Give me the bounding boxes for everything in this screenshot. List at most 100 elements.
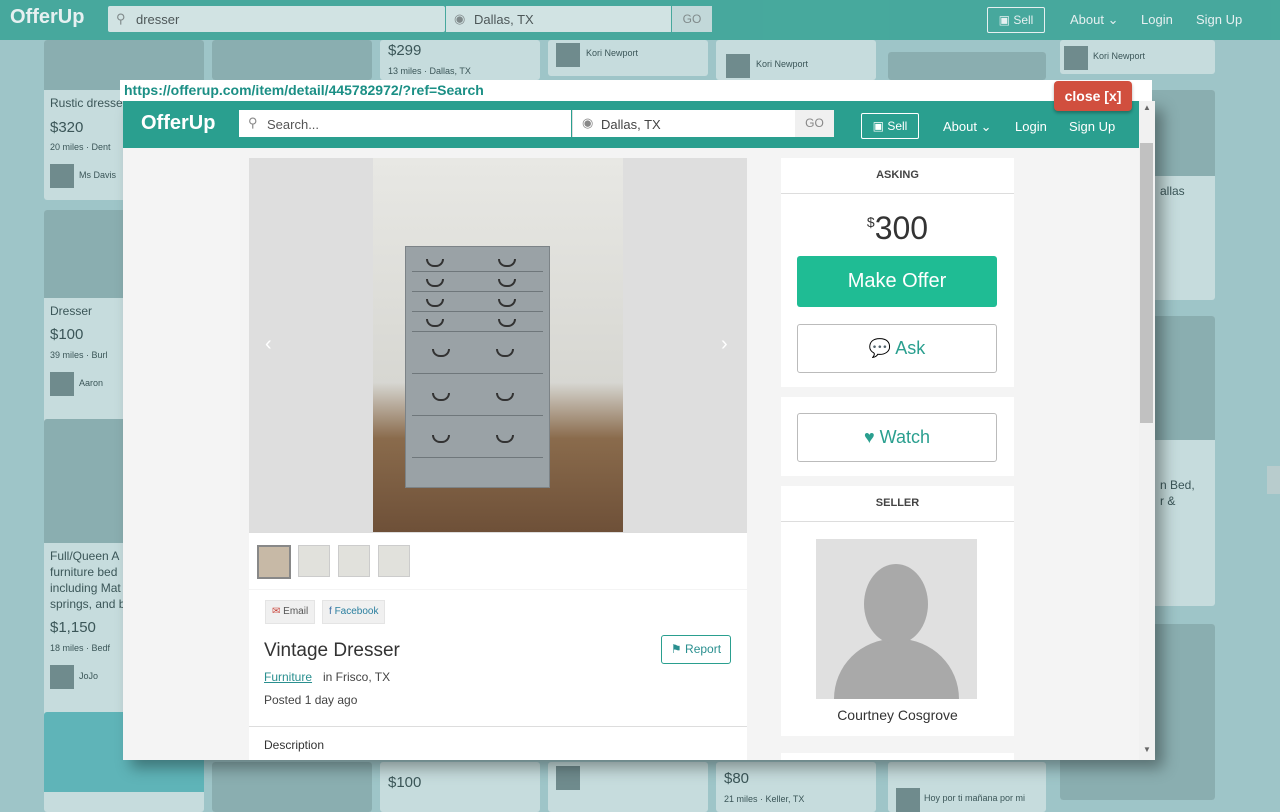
search-input[interactable]: ⚲ Search... (239, 110, 571, 137)
sell-button[interactable]: ▣ Sell (861, 113, 919, 139)
listing-price: $100 (388, 774, 422, 791)
listing-price: $299 (388, 42, 422, 59)
page-scrollbar-thumb[interactable] (1267, 466, 1280, 494)
avatar (556, 43, 580, 67)
price-value: 300 (874, 210, 929, 246)
thumbnail[interactable] (298, 545, 330, 577)
thumbnail[interactable] (338, 545, 370, 577)
seller-panel: SELLER Courtney Cosgrove (781, 486, 1014, 736)
chevron-down-icon: ⌄ (980, 119, 992, 134)
list-item[interactable]: Kori Newport (548, 40, 708, 76)
scroll-up-icon[interactable]: ▲ (1143, 103, 1151, 112)
watch-button[interactable]: ♥ Watch (797, 413, 997, 462)
logo[interactable]: OfferUp (141, 112, 215, 135)
listing-user: Kori Newport (1093, 51, 1146, 61)
bg-nav-about[interactable]: About ⌄ (1070, 12, 1119, 28)
avatar (1064, 46, 1088, 70)
nav-about[interactable]: About ⌄ (943, 119, 992, 135)
bg-go-button[interactable]: GO (672, 6, 712, 32)
listing-meta: 39 miles · Burl (50, 350, 108, 360)
avatar (556, 766, 580, 790)
listing-price: $1,150 (50, 619, 96, 636)
bg-sell-button[interactable]: ▣ Sell (987, 7, 1045, 33)
item-title: Vintage Dresser (264, 640, 400, 661)
chevron-left-icon[interactable]: ‹ (265, 333, 272, 356)
nav-login[interactable]: Login (1015, 119, 1047, 134)
make-offer-button[interactable]: Make Offer (797, 256, 997, 307)
bg-nav-signup[interactable]: Sign Up (1196, 12, 1242, 27)
listing-meta: 18 miles · Bedf (50, 643, 111, 653)
listing-image (212, 40, 372, 80)
close-button[interactable]: close [x] (1054, 81, 1132, 111)
listing-meta: 20 miles · Dent (50, 142, 111, 152)
url-text[interactable]: https://offerup.com/item/detail/44578297… (124, 82, 484, 98)
description-heading: Description (264, 738, 325, 752)
listing-price: $80 (724, 770, 750, 787)
location-input[interactable]: ◉ Dallas, TX (572, 110, 795, 137)
bg-location-input[interactable]: ◉ Dallas, TX (446, 6, 671, 32)
listing-title-line: r & (1160, 494, 1176, 508)
item-photo (373, 158, 623, 532)
item-detail-modal: OfferUp ⚲ Search... ◉ Dallas, TX GO ▣ Se… (123, 101, 1155, 760)
nav-about-label: About (943, 119, 977, 134)
chevron-down-icon: ⌄ (1107, 12, 1119, 27)
divider (249, 726, 747, 727)
list-item[interactable]: Hoy por ti mañana por mi (888, 762, 1046, 812)
ask-button[interactable]: 💬 Ask (797, 324, 997, 373)
list-item[interactable] (548, 762, 708, 812)
chevron-right-icon[interactable]: › (721, 333, 728, 356)
listing-title-line: springs, and b (50, 597, 126, 611)
modal-scrollbar-thumb[interactable] (1140, 143, 1153, 423)
listing-user: Hoy por ti mañana por mi (924, 793, 1026, 803)
avatar (726, 54, 750, 78)
listing-image (212, 762, 372, 812)
asking-panel: ASKING $300 Make Offer 💬 Ask (781, 158, 1014, 387)
watch-label: Watch (879, 427, 931, 447)
bg-logo[interactable]: OfferUp (10, 6, 84, 29)
bg-search-input[interactable]: ⚲ dresser (108, 6, 445, 32)
share-email-button[interactable]: ✉ Email (265, 600, 316, 624)
scroll-down-icon[interactable]: ▼ (1143, 745, 1151, 754)
chat-bubble-icon: 💬 (868, 338, 892, 358)
search-icon: ⚲ (116, 11, 126, 26)
location-pin-icon: ◉ (454, 11, 466, 26)
listing-title: Rustic dresser (50, 96, 127, 110)
item-location: in Frisco, TX (323, 670, 391, 684)
listing-title-line: Full/Queen A (50, 549, 120, 563)
background-header: OfferUp ⚲ dresser ◉ Dallas, TX GO ▣ Sell… (0, 0, 1280, 40)
seller-name[interactable]: Courtney Cosgrove (781, 707, 1014, 723)
seller-avatar[interactable] (816, 539, 977, 699)
bg-nav-login[interactable]: Login (1141, 12, 1173, 27)
bg-location-value: Dallas, TX (474, 12, 534, 27)
list-item[interactable] (212, 40, 372, 80)
next-panel (781, 753, 1014, 760)
listing-meta: 13 miles · Dallas, TX (388, 66, 471, 76)
avatar (50, 665, 74, 689)
listing-user: JoJo (79, 671, 99, 681)
avatar-silhouette-head (864, 564, 928, 644)
list-item[interactable]: Kori Newport (1060, 40, 1215, 74)
list-item[interactable] (888, 52, 1046, 80)
nav-signup[interactable]: Sign Up (1069, 119, 1115, 134)
go-button[interactable]: GO (795, 110, 834, 137)
report-button[interactable]: ⚑ Report (661, 635, 731, 664)
share-facebook-button[interactable]: f Facebook (322, 600, 386, 624)
avatar-silhouette-body (834, 639, 959, 699)
list-item[interactable]: $299 13 miles · Dallas, TX (380, 40, 540, 80)
listing-title: allas (1160, 184, 1185, 198)
list-item[interactable]: $100 (380, 762, 540, 812)
ask-label: Ask (895, 338, 926, 358)
list-item[interactable]: $80 21 miles · Keller, TX (716, 762, 876, 812)
sell-label: Sell (887, 119, 908, 133)
thumbnail[interactable] (378, 545, 410, 577)
item-posted: Posted 1 day ago (264, 693, 358, 707)
flag-icon: ⚑ (670, 642, 682, 656)
asking-header: ASKING (781, 158, 1014, 194)
camera-icon: ▣ (998, 13, 1010, 27)
list-item[interactable] (212, 762, 372, 812)
avatar (896, 788, 920, 812)
list-item[interactable]: Kori Newport (716, 40, 876, 80)
camera-icon: ▣ (872, 119, 884, 133)
item-category-link[interactable]: Furniture (264, 670, 312, 684)
thumbnail[interactable] (257, 545, 291, 579)
